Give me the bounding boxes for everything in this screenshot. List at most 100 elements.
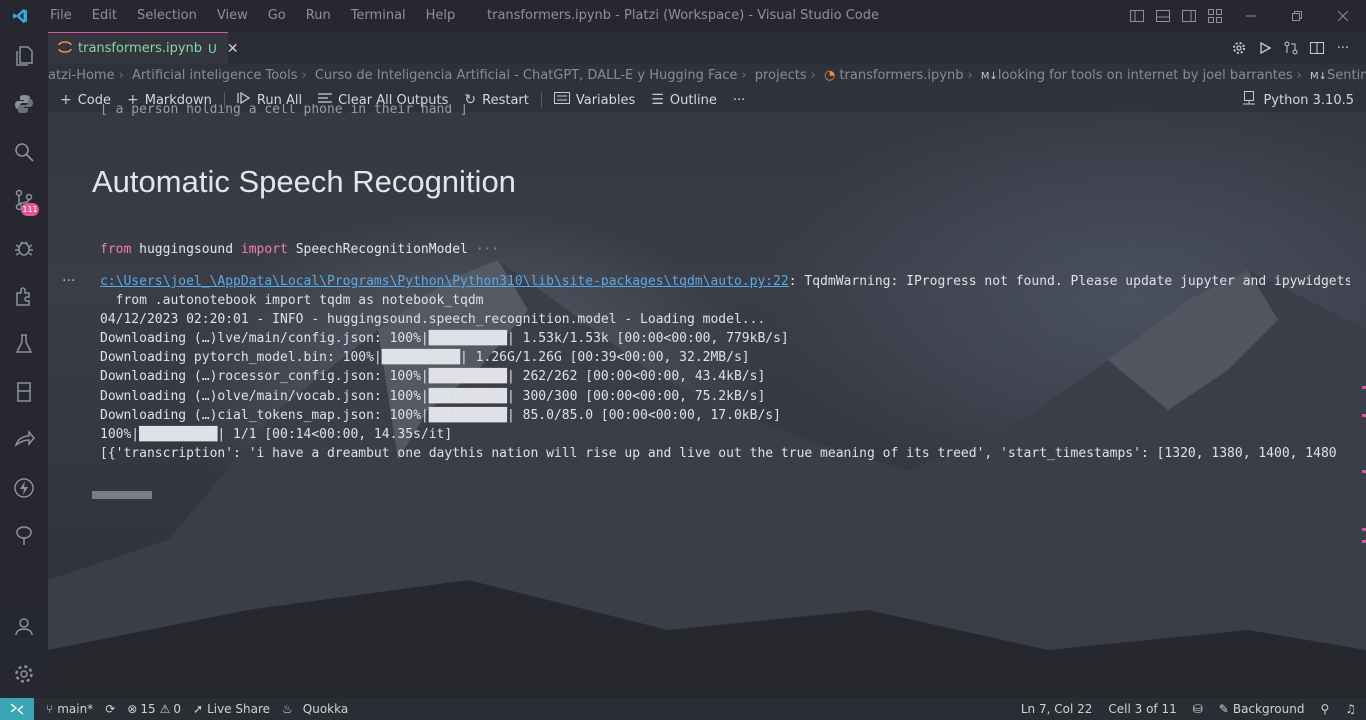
outline-button[interactable]: ☰ Outline — [651, 92, 717, 108]
notifications-icon[interactable]: ♫ — [1345, 702, 1356, 716]
scrollbar-marker — [1362, 540, 1366, 543]
warning-icon: ⚠ — [159, 702, 171, 716]
quokka-button[interactable]: ♨ Quokka — [282, 702, 348, 716]
branch-label: main* — [57, 702, 94, 716]
breadcrumb-item[interactable]: atzi-Home — [48, 68, 115, 83]
menu-terminal[interactable]: Terminal — [341, 0, 416, 32]
keyword-from: from — [100, 242, 132, 257]
breadcrumb-item[interactable]: transformers.ipynb — [839, 68, 963, 83]
run-icon[interactable] — [1252, 42, 1278, 54]
jupyter-file-icon: ◔ — [823, 68, 836, 83]
toggle-secondary-sidebar-icon[interactable] — [1176, 0, 1202, 32]
output-line: from .autonotebook import tqdm as notebo… — [100, 293, 484, 309]
jupyter-icon[interactable] — [0, 368, 48, 416]
collapsed-code-ellipsis[interactable]: ··· — [476, 242, 499, 257]
tree-icon[interactable] — [0, 512, 48, 560]
account-icon[interactable] — [0, 602, 48, 650]
restart-label: Restart — [482, 92, 529, 108]
python-icon[interactable] — [0, 80, 48, 128]
testing-icon[interactable] — [0, 320, 48, 368]
output-line: Downloading (…)lve/main/config.json: 100… — [100, 331, 789, 347]
markdown-heading[interactable]: Automatic Speech Recognition — [92, 164, 516, 200]
gear-icon[interactable] — [1226, 41, 1252, 55]
scrollbar-marker — [1362, 414, 1366, 417]
plus-icon: + — [60, 92, 72, 108]
output-line: [{'transcription': 'i have a dreambut on… — [100, 445, 1337, 461]
import-name: SpeechRecognitionModel — [295, 242, 468, 257]
live-share-icon[interactable] — [0, 416, 48, 464]
live-share-label: Live Share — [207, 702, 271, 716]
menu-help[interactable]: Help — [416, 0, 466, 32]
problems-indicator[interactable]: ⊗ 15 ⚠ 0 — [127, 702, 181, 716]
settings-icon[interactable] — [0, 650, 48, 698]
output-warning-line: c:\Users\joel_\AppData\Local\Programs\Py… — [100, 272, 1350, 291]
cell-output: c:\Users\joel_\AppData\Local\Programs\Py… — [100, 272, 1350, 463]
thunder-icon[interactable] — [0, 464, 48, 512]
more-actions-icon[interactable]: ··· — [1330, 41, 1356, 56]
variables-button[interactable]: Variables — [553, 92, 636, 108]
customize-layout-icon[interactable] — [1202, 0, 1228, 32]
menu-run[interactable]: Run — [296, 0, 341, 32]
vscode-logo-icon — [0, 0, 40, 32]
tab-transformers-ipynb[interactable]: transformers.ipynb U ✕ — [48, 32, 239, 64]
split-editor-icon[interactable] — [1304, 42, 1330, 54]
source-control-icon[interactable]: 111 — [0, 176, 48, 224]
output-file-link[interactable]: c:\Users\joel_\AppData\Local\Programs\Py… — [100, 274, 789, 289]
toggle-primary-sidebar-icon[interactable] — [1124, 0, 1150, 32]
error-icon: ⊗ — [127, 702, 138, 716]
sync-icon[interactable]: ⟳ — [105, 702, 115, 716]
scrollbar-marker — [1362, 528, 1366, 531]
breadcrumb-item[interactable]: Sentiment analysis — [1327, 68, 1366, 83]
output-more-actions-icon[interactable]: ··· — [62, 273, 75, 289]
variables-label: Variables — [575, 92, 636, 108]
variables-icon — [553, 92, 570, 108]
menu-file[interactable]: File — [40, 0, 82, 32]
quokka-label: Quokka — [302, 702, 349, 716]
branch-indicator[interactable]: ⑂ main* — [46, 702, 93, 716]
close-window-icon[interactable] — [1320, 0, 1366, 32]
background-button[interactable]: ✎ Background — [1219, 702, 1305, 716]
search-icon[interactable] — [0, 128, 48, 176]
outline-label: Outline — [669, 92, 717, 108]
breadcrumb-item[interactable]: projects — [755, 68, 807, 83]
remote-indicator-icon[interactable] — [0, 698, 34, 720]
output-warning-text: : TqdmWarning: IProgress not found. Plea… — [788, 274, 1350, 289]
markdown-icon: M↓ — [1310, 71, 1328, 82]
cell-indicator[interactable]: Cell 3 of 11 — [1108, 702, 1176, 716]
source-control-badge: 111 — [21, 203, 39, 216]
restore-icon[interactable] — [1274, 0, 1320, 32]
run-debug-icon[interactable] — [0, 224, 48, 272]
menu-edit[interactable]: Edit — [82, 0, 127, 32]
menu-view[interactable]: View — [207, 0, 258, 32]
title-bar: File Edit Selection View Go Run Terminal… — [0, 0, 1366, 32]
module-name: huggingsound — [139, 242, 234, 257]
code-cell[interactable]: from huggingsound import SpeechRecogniti… — [100, 242, 499, 257]
breadcrumb-item[interactable]: Curso de Inteligencia Artificial - ChatG… — [315, 68, 738, 83]
accounts-icon[interactable]: ⚲ — [1320, 702, 1329, 716]
scrollbar-marker — [1362, 470, 1366, 473]
restart-button[interactable]: ↻ Restart — [464, 92, 528, 108]
breadcrumb-item[interactable]: looking for tools on internet by joel ba… — [998, 68, 1293, 83]
menu-go[interactable]: Go — [258, 0, 296, 32]
open-changes-icon[interactable] — [1278, 41, 1304, 55]
extensions-icon[interactable] — [0, 272, 48, 320]
git-branch-icon: ⑂ — [46, 702, 54, 716]
close-tab-icon[interactable]: ✕ — [227, 41, 239, 57]
previous-cell-output: [ a person holding a cell phone in their… — [100, 104, 468, 116]
menu-bar: File Edit Selection View Go Run Terminal… — [40, 0, 465, 32]
live-share-button[interactable]: ➚ Live Share — [193, 702, 270, 716]
markdown-icon: M↓ — [980, 71, 998, 82]
minimize-icon[interactable] — [1228, 0, 1274, 32]
breadcrumb-item[interactable]: Artificial inteligence Tools — [132, 68, 298, 83]
kernel-label: Python 3.10.5 — [1263, 92, 1354, 108]
quokka-icon: ♨ — [282, 702, 293, 716]
toggle-panel-icon[interactable] — [1150, 0, 1176, 32]
more-toolbar-button[interactable]: ··· — [733, 93, 745, 108]
explorer-icon[interactable] — [0, 32, 48, 80]
menu-selection[interactable]: Selection — [127, 0, 207, 32]
kernel-picker[interactable]: Python 3.10.5 — [1243, 88, 1354, 112]
database-icon[interactable]: ⛁ — [1193, 702, 1203, 716]
cursor-position[interactable]: Ln 7, Col 22 — [1021, 702, 1093, 716]
output-line: 04/12/2023 02:20:01 - INFO - huggingsoun… — [100, 312, 766, 328]
activity-bar: 111 — [0, 32, 48, 698]
